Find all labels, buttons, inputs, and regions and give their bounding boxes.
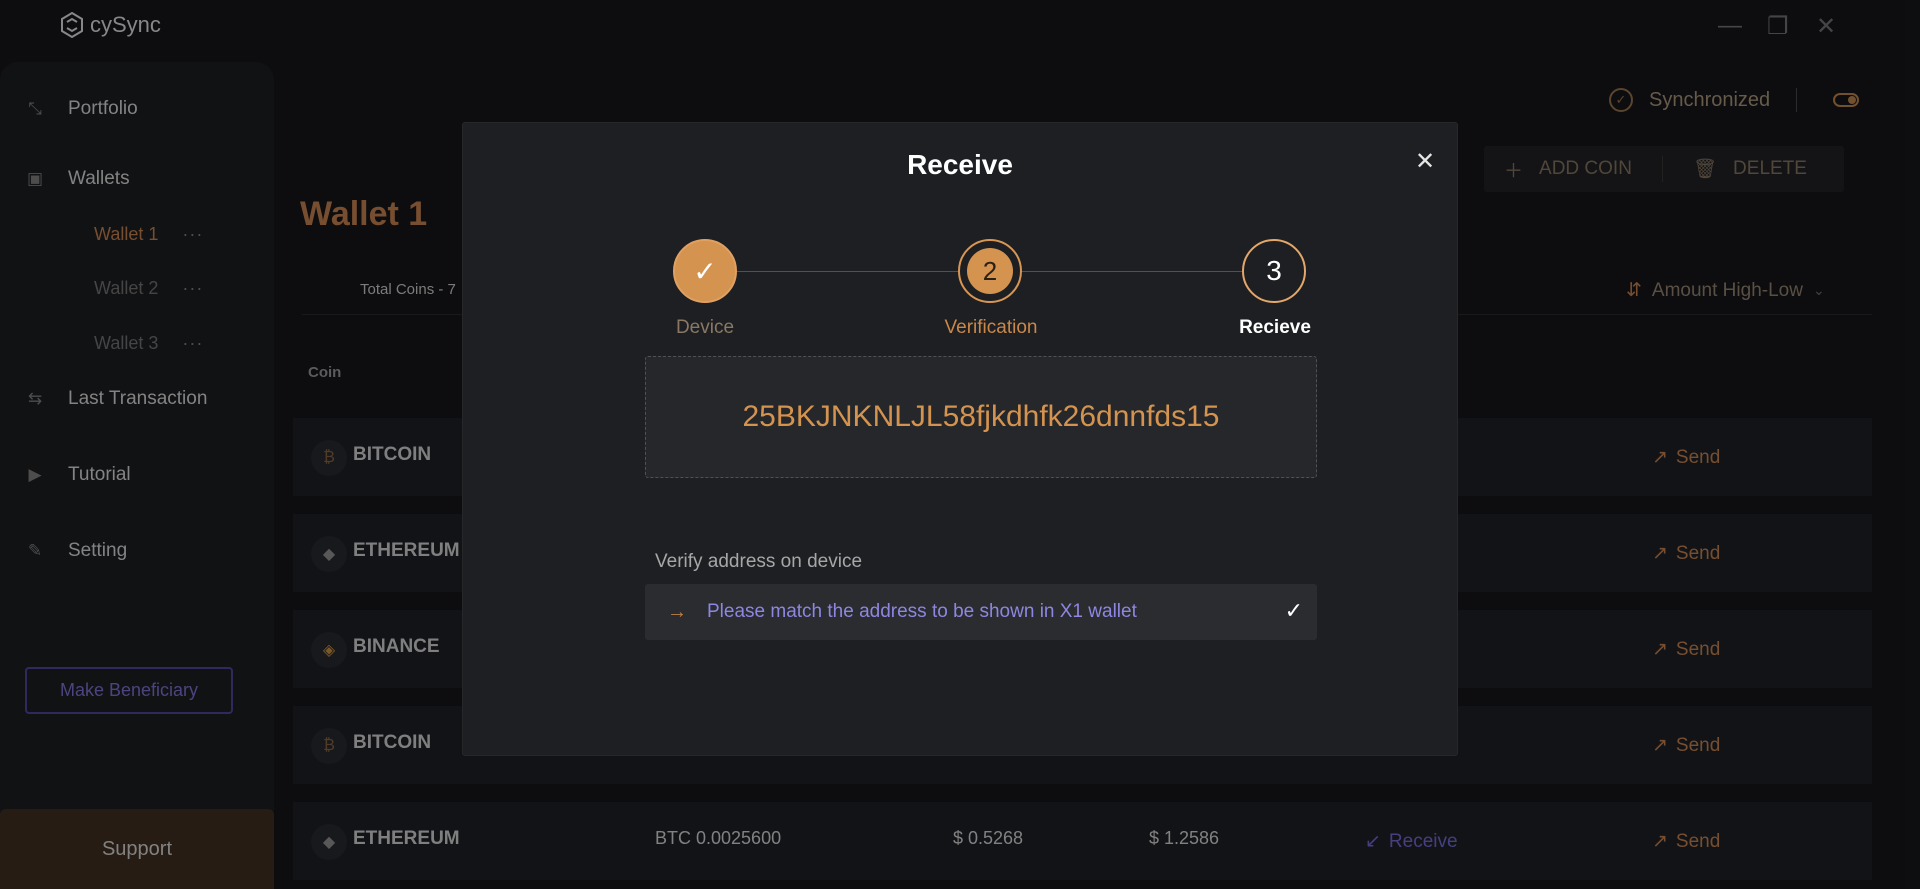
wallet-address[interactable]: 25BKJNKNLJL58fjkdhfk26dnnfds15 xyxy=(645,356,1317,478)
verify-label: Verify address on device xyxy=(655,551,863,572)
step-connector xyxy=(1022,271,1242,272)
step-device-circle: ✓ xyxy=(673,239,737,303)
stepper: ✓ 2 3 Device Verification Recieve xyxy=(463,229,1457,339)
verify-text: Please match the address to be shown in … xyxy=(707,601,1137,622)
check-icon: ✓ xyxy=(1284,598,1303,623)
modal-title: Receive xyxy=(907,149,1013,180)
arrow-right-icon: → xyxy=(667,600,687,623)
step-connector xyxy=(737,271,958,272)
step-verification-circle: 2 xyxy=(958,239,1022,303)
close-icon[interactable]: ✕ xyxy=(1415,147,1435,176)
receive-modal: Receive ✕ ✓ 2 3 Device Verification Reci… xyxy=(462,122,1458,756)
verify-instruction: → Please match the address to be shown i… xyxy=(645,584,1317,640)
step-label-verification: Verification xyxy=(944,317,1038,338)
step-label-device: Device xyxy=(675,317,735,338)
step-number: 2 xyxy=(967,248,1013,294)
step-receive-circle: 3 xyxy=(1242,239,1306,303)
app-window: cySync — ❐ ✕ ⤡ Portfolio ▣ Wallets Walle… xyxy=(0,0,1920,889)
step-label-receive: Recieve xyxy=(1239,317,1311,338)
